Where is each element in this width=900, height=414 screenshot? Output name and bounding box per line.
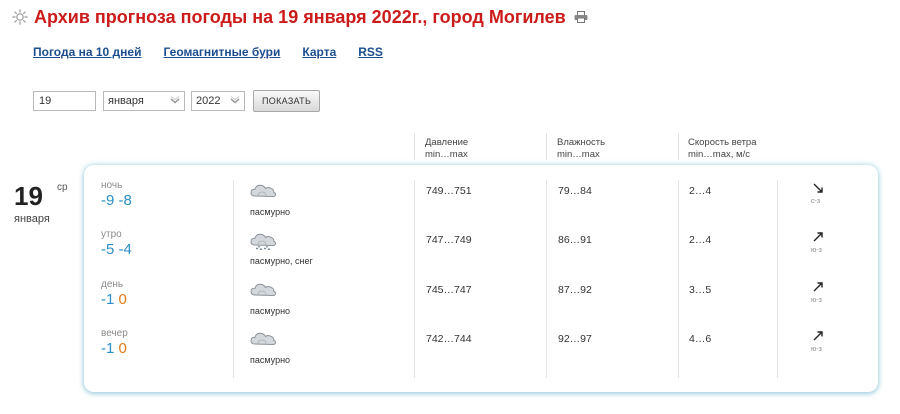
wind-direction: ю-з (811, 346, 822, 353)
link-map[interactable]: Карта (302, 45, 336, 59)
condition-text: пасмурно (250, 306, 291, 316)
day-input[interactable] (33, 91, 96, 111)
header-humidity-range: min…max (557, 149, 600, 160)
weekday: ср (57, 182, 68, 193)
temperature-max: 0 (118, 291, 127, 308)
date-form: января 2022 ПОКАЗАТЬ (33, 90, 321, 112)
header-pressure: Давление min…max (425, 137, 468, 161)
pressure-value: 749…751 (426, 185, 472, 197)
month-select-value: января (108, 95, 144, 107)
temperature-max: -8 (118, 192, 132, 209)
cloud-icon (250, 332, 277, 346)
cloud-icon (250, 184, 277, 198)
humidity-value: 79…84 (558, 185, 592, 197)
year-select-value: 2022 (196, 95, 221, 107)
header-pressure-range: min…max (425, 149, 468, 160)
pressure-value: 742…744 (426, 333, 472, 345)
header-pressure-title: Давление (425, 137, 469, 148)
link-geomagnetic-storms[interactable]: Геомагнитные бури (163, 45, 280, 59)
arrow-up-right-icon (813, 232, 823, 242)
show-button[interactable]: ПОКАЗАТЬ (253, 90, 321, 112)
header-wind: Скорость ветра min…max, м/с (688, 137, 757, 161)
pressure-value: 745…747 (426, 284, 472, 296)
temperature: -5 -4 (101, 241, 132, 258)
column-divider (546, 180, 547, 378)
link-10-day-forecast[interactable]: Погода на 10 дней (33, 45, 141, 59)
arrow-up-right-icon (813, 282, 823, 292)
temperature-min: -1 (101, 340, 115, 357)
temperature-max: -4 (118, 241, 132, 258)
humidity-value: 87…92 (558, 284, 592, 296)
condition-text: пасмурно (250, 207, 291, 217)
day-number: 19 (14, 181, 43, 211)
page-title: Архив прогноза погоды на 19 января 2022г… (34, 6, 566, 27)
temperature-min: -1 (101, 291, 115, 308)
title-row: Архив прогноза погоды на 19 января 2022г… (12, 6, 588, 28)
condition-text: пасмурно, снег (250, 256, 313, 266)
header-divider (546, 133, 547, 160)
temperature-min: -5 (101, 241, 115, 258)
wind-speed-value: 3…5 (689, 284, 712, 296)
wind-direction: ю-з (811, 247, 822, 254)
cloud-snow-icon (250, 233, 277, 250)
humidity-value: 92…97 (558, 333, 592, 345)
header-divider (678, 133, 679, 160)
print-icon[interactable] (574, 11, 588, 23)
column-divider (777, 180, 778, 378)
column-divider (678, 180, 679, 378)
column-divider (414, 180, 415, 378)
wind-speed-value: 2…4 (689, 234, 712, 246)
nav-links: Погода на 10 дней Геомагнитные бури Карт… (33, 45, 383, 59)
header-wind-title: Скорость ветра (688, 137, 757, 148)
month-label: января (14, 213, 50, 225)
temperature-min: -9 (101, 192, 115, 209)
cloud-icon (250, 283, 277, 297)
period-label: день (101, 279, 124, 290)
condition-text: пасмурно (250, 355, 291, 365)
wind-direction: ю-з (811, 297, 822, 304)
header-divider (414, 133, 415, 160)
pressure-value: 747…749 (426, 234, 472, 246)
temperature: -1 0 (101, 340, 127, 357)
arrow-down-right-icon (813, 183, 823, 193)
column-divider (233, 180, 234, 378)
chevron-down-icon (230, 96, 240, 104)
wind-speed-value: 4…6 (689, 333, 712, 345)
temperature-max: 0 (118, 340, 127, 357)
month-select[interactable]: января (103, 91, 185, 111)
period-label: утро (101, 229, 122, 240)
chevron-down-icon (170, 96, 180, 104)
temperature: -9 -8 (101, 192, 132, 209)
header-wind-range: min…max, м/с (688, 149, 750, 160)
header-humidity: Влажность min…max (557, 137, 605, 161)
humidity-value: 86…91 (558, 234, 592, 246)
link-rss[interactable]: RSS (358, 45, 383, 59)
forecast-panel: ночь -9 -8 пасмурно 749…751 79…84 2…4 с-… (84, 165, 878, 392)
period-label: вечер (101, 328, 128, 339)
temperature: -1 0 (101, 291, 127, 308)
wind-direction: с-з (811, 198, 821, 205)
wind-speed-value: 2…4 (689, 185, 712, 197)
arrow-up-right-icon (813, 331, 823, 341)
header-humidity-title: Влажность (557, 137, 606, 148)
year-select[interactable]: 2022 (191, 91, 245, 111)
period-label: ночь (101, 180, 123, 191)
sun-icon (12, 9, 28, 25)
